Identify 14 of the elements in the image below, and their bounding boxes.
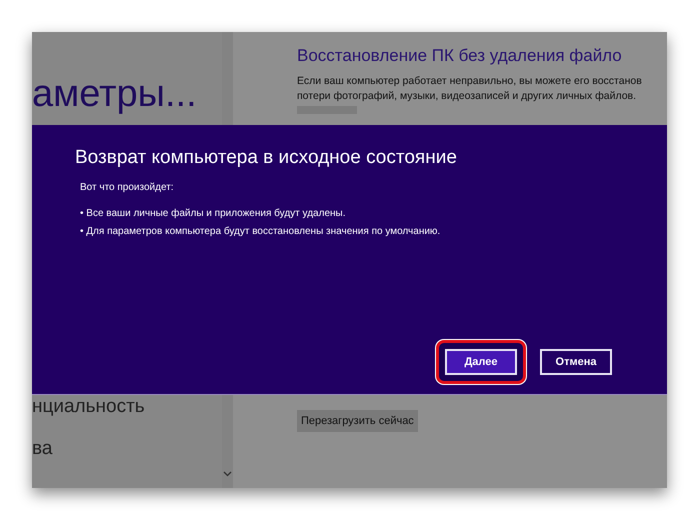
dialog-intro: Вот что произойдет: [80,181,175,195]
section-title: Восстановление ПК без удаления файло [297,45,623,67]
settings-item[interactable]: ва [32,438,52,460]
dialog-title: Возврат компьютера в исходное состояние [75,146,458,170]
pane-title: аметры... [32,72,197,116]
dialog-bullet: • Все ваши личные файлы и приложения будут удалены. [80,207,346,221]
cancel-button[interactable]: Отмена [540,349,612,376]
section-description: Если ваш компьютер работает неправильно, вы можете его восстанов [297,74,642,89]
next-button[interactable]: Далее [445,349,517,376]
dialog-bullet: • Для параметров компьютера будут восстановлены значения по умолчанию. [80,225,442,239]
settings-item[interactable]: нциальность [32,396,145,418]
chevron-down-icon [223,471,232,477]
restart-button[interactable]: Перезагрузить сейчас [297,410,418,432]
section-description: потери фотографий, музыки, видеозаписей и других личных файлов. [297,89,636,104]
